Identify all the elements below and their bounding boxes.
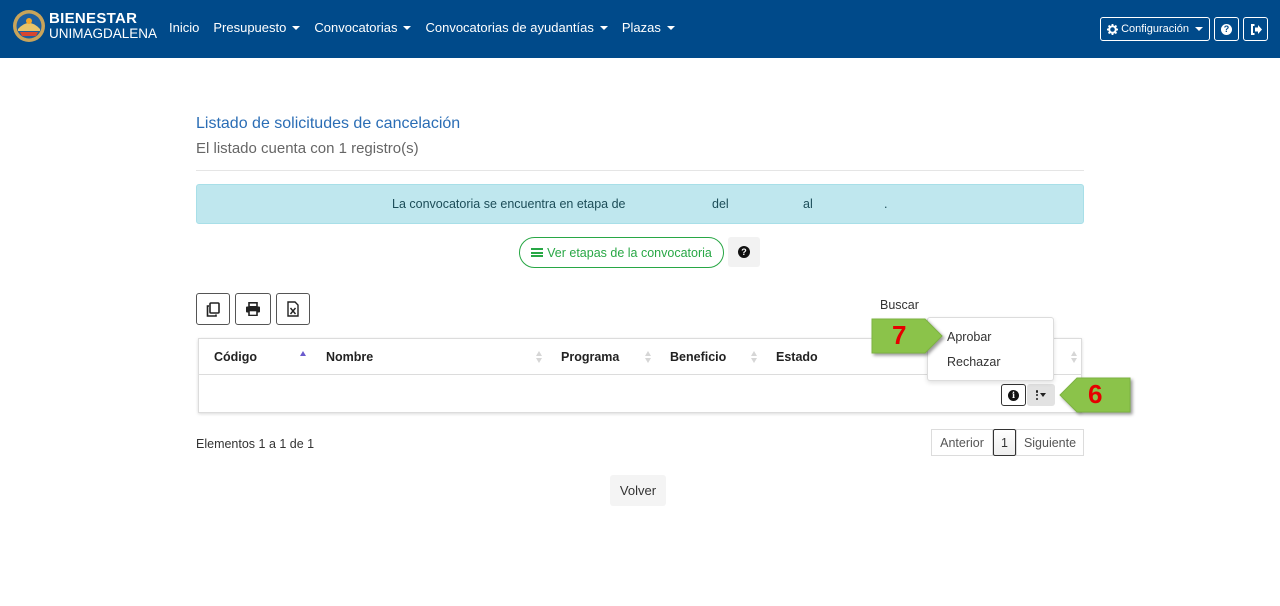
sign-out-icon: [1250, 23, 1262, 35]
stages-help-button[interactable]: ?: [728, 237, 760, 267]
sort-icon[interactable]: [645, 351, 653, 363]
vertical-ellipsis-icon: [1035, 390, 1039, 400]
main-nav: Inicio Presupuesto Convocatorias Convoca…: [169, 20, 689, 35]
top-navbar: BIENESTAR UNIMAGDALENA Inicio Presupuest…: [0, 0, 1280, 58]
configuracion-label: Configuración: [1121, 23, 1189, 35]
print-button[interactable]: [235, 293, 271, 325]
annotation-arrow-7: [871, 318, 943, 354]
page-subtitle: El listado cuenta con 1 registro(s): [196, 140, 419, 157]
alert-text: La convocatoria se encuentra en etapa de: [392, 197, 626, 211]
divider: [196, 170, 1084, 171]
pagination-prev[interactable]: Anterior: [931, 429, 993, 456]
row-actions-menu-button[interactable]: [1027, 384, 1055, 406]
list-icon: [531, 248, 544, 257]
caret-down-icon: [1040, 393, 1047, 397]
th-codigo[interactable]: Código: [214, 350, 257, 364]
row-actions-dropdown: Aprobar Rechazar: [927, 317, 1054, 381]
caret-down-icon: [403, 25, 412, 30]
university-seal-icon: [13, 10, 45, 42]
nav-inicio-label: Inicio: [169, 20, 200, 35]
th-programa[interactable]: Programa: [561, 350, 619, 364]
stage-alert: La convocatoria se encuentra en etapa de…: [196, 184, 1084, 224]
gear-icon: [1107, 23, 1119, 35]
nav-convocatorias-ayudantias[interactable]: Convocatorias de ayudantías: [425, 20, 608, 35]
brand[interactable]: BIENESTAR UNIMAGDALENA: [12, 9, 157, 43]
nav-convocatorias[interactable]: Convocatorias: [314, 20, 412, 35]
question-circle-icon: ?: [1221, 23, 1232, 35]
excel-file-icon: [287, 301, 299, 317]
th-nombre[interactable]: Nombre: [326, 350, 373, 364]
configuracion-button[interactable]: Configuración: [1100, 17, 1210, 41]
table-info: Elementos 1 a 1 de 1: [196, 437, 315, 451]
question-circle-icon: ?: [738, 246, 750, 258]
help-button[interactable]: ?: [1214, 17, 1239, 41]
annotation-step-7: 7: [892, 320, 907, 350]
ver-etapas-button[interactable]: Ver etapas de la convocatoria: [519, 237, 724, 268]
row-info-button[interactable]: i: [1001, 384, 1026, 406]
caret-down-icon: [292, 25, 301, 30]
alert-period: .: [884, 197, 888, 211]
brand-line1: BIENESTAR: [49, 10, 138, 27]
excel-button[interactable]: [276, 293, 310, 325]
search-label: Buscar: [880, 298, 919, 312]
menu-item-rechazar[interactable]: Rechazar: [947, 355, 1001, 369]
annotation-step-6: 6: [1088, 379, 1103, 409]
menu-item-aprobar[interactable]: Aprobar: [947, 330, 991, 344]
nav-inicio[interactable]: Inicio: [169, 20, 199, 35]
alert-del: del: [712, 197, 729, 211]
caret-down-icon: [599, 25, 608, 30]
sort-icon[interactable]: [751, 351, 759, 363]
alert-al: al: [803, 197, 813, 211]
print-icon: [246, 302, 260, 316]
page-title: Listado de solicitudes de cancelación: [196, 115, 461, 132]
nav-presupuesto-label: Presupuesto: [213, 20, 287, 35]
brand-line2: UNIMAGDALENA: [49, 26, 158, 41]
th-beneficio[interactable]: Beneficio: [670, 350, 726, 364]
th-estado[interactable]: Estado: [776, 350, 818, 364]
nav-plazas[interactable]: Plazas: [622, 20, 675, 35]
ver-etapas-label: Ver etapas de la convocatoria: [547, 245, 712, 260]
volver-button[interactable]: Volver: [610, 475, 666, 506]
copy-icon: [206, 301, 220, 317]
nav-plazas-label: Plazas: [621, 20, 661, 35]
pagination-next[interactable]: Siguiente: [1016, 429, 1084, 456]
sort-icon[interactable]: [536, 351, 544, 363]
caret-down-icon: [666, 25, 675, 30]
sort-asc-icon[interactable]: [300, 351, 308, 363]
sort-icon[interactable]: [1071, 351, 1079, 363]
logout-button[interactable]: [1243, 17, 1268, 41]
nav-convocatorias-ayudantias-label: Convocatorias de ayudantías: [425, 20, 594, 35]
copy-button[interactable]: [196, 293, 230, 325]
caret-down-icon: [1194, 27, 1203, 31]
nav-convocatorias-label: Convocatorias: [314, 20, 398, 35]
info-circle-icon: i: [1008, 389, 1019, 401]
nav-right-actions: Configuración ?: [1096, 17, 1268, 41]
pagination-page-1[interactable]: 1: [993, 429, 1016, 456]
nav-presupuesto[interactable]: Presupuesto: [213, 20, 301, 35]
